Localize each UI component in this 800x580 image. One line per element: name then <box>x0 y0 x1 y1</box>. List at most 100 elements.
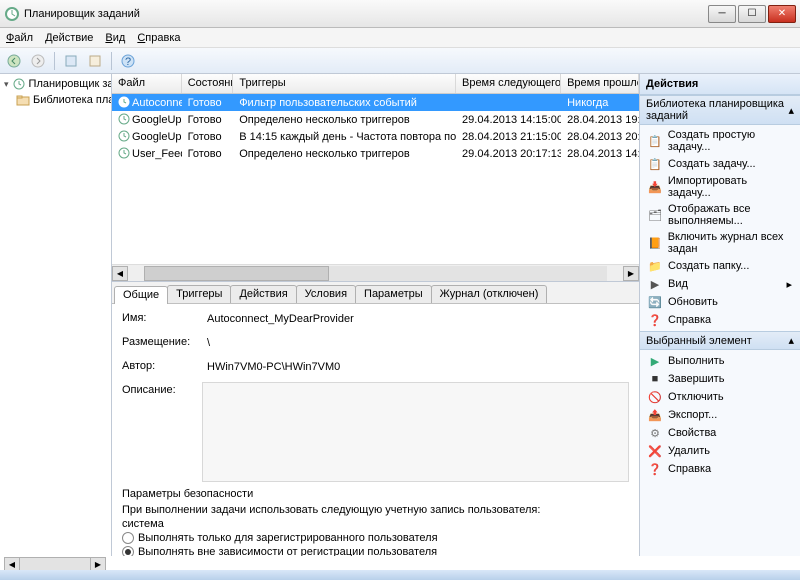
action-icon: 🔄 <box>648 295 662 309</box>
action-icon: ⚙ <box>648 426 662 440</box>
actions-group-selected: Выбранный элемент ▴ <box>640 331 800 350</box>
col-file[interactable]: Файл <box>112 74 182 93</box>
action-label: Обновить <box>668 296 718 308</box>
task-row[interactable]: GoogleUpda...ГотовоОпределено несколько … <box>112 111 639 128</box>
author-label: Автор: <box>122 358 202 372</box>
col-state[interactable]: Состояние <box>182 74 234 93</box>
action-item[interactable]: ❓Справка <box>640 460 800 478</box>
clock-icon <box>12 77 26 91</box>
col-next[interactable]: Время следующего запуска <box>456 74 561 93</box>
action-item[interactable]: 🚫Отключить <box>640 388 800 406</box>
back-button[interactable] <box>4 51 24 71</box>
tab-actions[interactable]: Действия <box>230 285 296 303</box>
task-row[interactable]: GoogleUpda...ГотовоВ 14:15 каждый день -… <box>112 128 639 145</box>
name-value: Autoconnect_MyDearProvider <box>202 310 629 328</box>
collapse-icon[interactable]: ▾ <box>4 79 9 90</box>
radio-logged-label: Выполнять только для зарегистрированного… <box>138 532 438 544</box>
action-label: Создать папку... <box>668 260 749 272</box>
detail-tabs: Общие Триггеры Действия Условия Параметр… <box>112 282 639 304</box>
action-icon: 🗂 <box>648 208 662 222</box>
maximize-button[interactable]: ☐ <box>738 5 766 23</box>
action-label: Создать задачу... <box>668 158 756 170</box>
radio-logged[interactable] <box>122 532 134 544</box>
action-item[interactable]: 📋 Создать задачу... <box>640 155 800 173</box>
action-icon: ❌ <box>648 444 662 458</box>
window-title: Планировщик заданий <box>24 8 708 20</box>
action-icon: ■ <box>648 372 662 386</box>
action-label: Отключить <box>668 391 724 403</box>
radio-any[interactable] <box>122 546 134 556</box>
action-item[interactable]: ▶Вид▸ <box>640 275 800 293</box>
action-item[interactable]: 📤Экспорт... <box>640 406 800 424</box>
scope-button[interactable] <box>61 51 81 71</box>
action-label: Создать простую задачу... <box>668 129 792 153</box>
action-label: Справка <box>668 463 711 475</box>
description-box[interactable] <box>202 382 629 482</box>
action-item[interactable]: 📋 Создать простую задачу... <box>640 127 800 155</box>
action-icon: 📋 <box>648 157 662 171</box>
action-item[interactable]: ❌ Удалить <box>640 442 800 460</box>
action-icon: 📁 <box>648 259 662 273</box>
action-item[interactable]: ⚙Свойства <box>640 424 800 442</box>
tree-root[interactable]: ▾ Планировщик заданий (Лок <box>2 76 109 92</box>
clock-icon <box>118 147 130 159</box>
detail-button[interactable] <box>85 51 105 71</box>
menu-view[interactable]: Вид <box>105 32 125 44</box>
action-label: Отображать все выполняемы... <box>668 203 792 227</box>
location-value: \ <box>202 334 629 352</box>
scroll-thumb[interactable] <box>144 266 329 281</box>
action-item[interactable]: ▶Выполнить <box>640 352 800 370</box>
tab-history[interactable]: Журнал (отключен) <box>431 285 548 303</box>
action-item[interactable]: 📥Импортировать задачу... <box>640 173 800 201</box>
action-item[interactable]: 🔄 Обновить <box>640 293 800 311</box>
tree-library-label: Библиотека планирован <box>33 94 112 106</box>
actions-group-library: Библиотека планировщика заданий ▴ <box>640 95 800 125</box>
tab-triggers[interactable]: Триггеры <box>167 285 231 303</box>
menu-action[interactable]: Действие <box>45 32 93 44</box>
center-pane: Файл Состояние Триггеры Время следующего… <box>112 74 640 556</box>
security-header: Параметры безопасности <box>122 488 629 500</box>
action-item[interactable]: ❓Справка <box>640 311 800 329</box>
forward-button[interactable] <box>28 51 48 71</box>
toolbar: ? <box>0 48 800 74</box>
window-buttons: ─ ☐ ✕ <box>708 5 796 23</box>
action-icon: 📤 <box>648 408 662 422</box>
main-content: ▾ Планировщик заданий (Лок Библиотека пл… <box>0 74 800 556</box>
collapse-up-icon[interactable]: ▴ <box>788 334 794 347</box>
tab-conditions[interactable]: Условия <box>296 285 356 303</box>
action-label: Выполнить <box>668 355 724 367</box>
minimize-button[interactable]: ─ <box>708 5 736 23</box>
horizontal-scrollbar[interactable]: ◀ ▶ <box>112 264 639 281</box>
actions-pane: Действия Библиотека планировщика заданий… <box>640 74 800 556</box>
col-triggers[interactable]: Триггеры <box>233 74 456 93</box>
task-list: Файл Состояние Триггеры Время следующего… <box>112 74 639 264</box>
folder-icon <box>16 93 30 107</box>
action-item[interactable]: 📁 Создать папку... <box>640 257 800 275</box>
collapse-up-icon[interactable]: ▴ <box>788 104 794 117</box>
action-item[interactable]: 🗂 Отображать все выполняемы... <box>640 201 800 229</box>
clock-icon <box>118 113 130 125</box>
chevron-right-icon: ▸ <box>786 278 792 291</box>
action-icon: 📋 <box>648 134 662 148</box>
tree-root-label: Планировщик заданий (Лок <box>29 78 112 90</box>
actions-group-library-label: Библиотека планировщика заданий <box>646 98 788 122</box>
scroll-left-icon[interactable]: ◀ <box>112 266 128 281</box>
tab-settings[interactable]: Параметры <box>355 285 432 303</box>
action-item[interactable]: ■Завершить <box>640 370 800 388</box>
tab-general[interactable]: Общие <box>114 286 168 304</box>
help-button[interactable]: ? <box>118 51 138 71</box>
tree-library[interactable]: Библиотека планирован <box>2 92 109 108</box>
action-label: Удалить <box>668 445 710 457</box>
task-row[interactable]: Autoconnec...ГотовоФильтр пользовательск… <box>112 94 639 111</box>
author-value: HWin7VM0-PC\HWin7VM0 <box>202 358 629 376</box>
taskbar <box>0 570 800 580</box>
col-last[interactable]: Время прошлог <box>561 74 639 93</box>
security-account-text: При выполнении задачи использовать следу… <box>122 504 629 516</box>
action-label: Импортировать задачу... <box>668 175 792 199</box>
menu-file[interactable]: Файл <box>6 32 33 44</box>
task-row[interactable]: User_Feed_S...ГотовоОпределено несколько… <box>112 145 639 162</box>
menu-help[interactable]: Справка <box>137 32 180 44</box>
action-item[interactable]: 📙Включить журнал всех задан <box>640 229 800 257</box>
close-button[interactable]: ✕ <box>768 5 796 23</box>
scroll-right-icon[interactable]: ▶ <box>623 266 639 281</box>
